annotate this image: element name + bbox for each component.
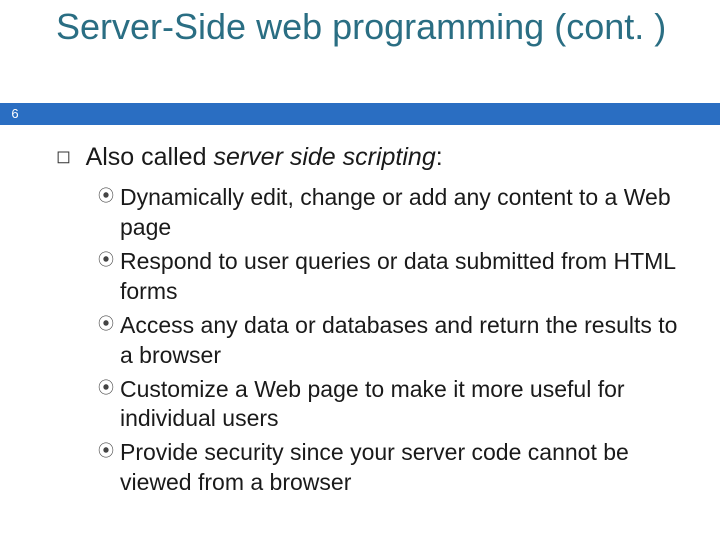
lead-text-prefix: Also called [86, 143, 214, 171]
list-item: ⦿ Provide security since your server cod… [98, 438, 696, 498]
list-item: ⦿ Dynamically edit, change or add any co… [98, 183, 696, 243]
list-item: ⦿ Respond to user queries or data submit… [98, 247, 696, 307]
square-bullet-icon: ◻ [56, 145, 80, 168]
circle-dot-bullet-icon: ⦿ [98, 187, 120, 208]
slide-body: ◻ Also called server side scripting: ⦿ D… [56, 142, 696, 502]
list-item-text: Access any data or databases and return … [120, 311, 696, 371]
list-item-text: Customize a Web page to make it more use… [120, 375, 696, 435]
bullet-level1: ◻ Also called server side scripting: [56, 142, 696, 173]
page-number-badge: 6 [0, 103, 30, 125]
title-underline-bar [30, 103, 720, 125]
sub-bullet-list: ⦿ Dynamically edit, change or add any co… [98, 183, 696, 498]
lead-text-italic: server side scripting [213, 143, 435, 171]
circle-dot-bullet-icon: ⦿ [98, 315, 120, 336]
list-item-text: Dynamically edit, change or add any cont… [120, 183, 696, 243]
slide: Server-Side web programming (cont. ) 6 ◻… [0, 0, 720, 540]
circle-dot-bullet-icon: ⦿ [98, 442, 120, 463]
list-item-text: Provide security since your server code … [120, 438, 696, 498]
slide-title: Server-Side web programming (cont. ) [56, 6, 696, 47]
circle-dot-bullet-icon: ⦿ [98, 379, 120, 400]
list-item-text: Respond to user queries or data submitte… [120, 247, 696, 307]
list-item: ⦿ Access any data or databases and retur… [98, 311, 696, 371]
list-item: ⦿ Customize a Web page to make it more u… [98, 375, 696, 435]
circle-dot-bullet-icon: ⦿ [98, 251, 120, 272]
lead-text-suffix: : [436, 143, 443, 171]
